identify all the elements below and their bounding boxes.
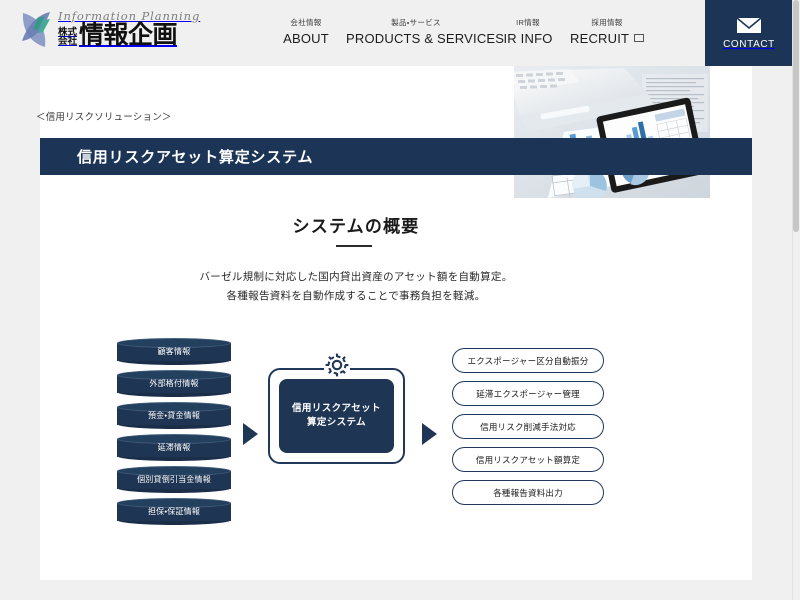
section-lead-line2: 各種報告資料を自動作成することで事務負担を軽減。 — [226, 290, 486, 302]
section-heading: システムの概要 — [292, 217, 420, 236]
output-pill: 延滞エクスポージャー管理 — [452, 381, 604, 406]
system-overview-diagram: 顧客情報 外部格付情報 預金・貸金情報 延滞情報 個別貸倒引当金情報 担保・保証… — [0, 330, 712, 540]
input-cylinder-label: 顧客情報 — [157, 346, 191, 356]
logo-wordmark: Information Planning 株式 会社 情報企画 — [58, 10, 200, 49]
gear-icon — [324, 352, 350, 378]
nav-item-ir-info[interactable]: IR情報 IR INFO — [492, 12, 564, 48]
input-cylinder-label: 延滞情報 — [157, 442, 191, 452]
system-box-line1: 信用リスクアセット — [292, 402, 381, 414]
logo-japanese-row: 株式 会社 情報企画 — [58, 23, 200, 48]
nav-item-products-services-ja: 製品・サービス — [391, 18, 441, 27]
input-cylinder-label: 個別貸倒引当金情報 — [137, 474, 211, 484]
section-lead: バーゼル規制に対応した国内貸出資産のアセット額を自動算定。 各種報告資料を自動作… — [0, 268, 712, 306]
input-cylinder: 預金・貸金情報 — [117, 402, 231, 429]
system-box-line2: 算定システム — [306, 417, 367, 428]
envelope-icon — [736, 16, 762, 33]
input-cylinder: 外部格付情報 — [117, 370, 231, 397]
nav-item-recruit-en-wrap: RECRUIT — [570, 31, 645, 46]
system-box-inner: 信用リスクアセット 算定システム — [279, 379, 394, 453]
heading-divider — [336, 245, 372, 247]
arrow-right-icon-output — [422, 423, 437, 445]
nav-item-ir-info-ja: IR情報 — [516, 18, 540, 27]
vertical-scrollbar[interactable] — [792, 0, 800, 600]
nav-item-recruit-en: RECRUIT — [570, 31, 630, 46]
scrollbar-thumb[interactable] — [793, 0, 799, 232]
logo-kabushiki-line2: 会社 — [58, 36, 78, 48]
site-logo[interactable]: Information Planning 株式 会社 情報企画 — [18, 7, 200, 51]
breadcrumb: ＜信用リスクソリューション＞ — [36, 112, 172, 123]
hero-image — [514, 66, 710, 198]
nav-item-products-services[interactable]: 製品・サービス PRODUCTS & SERVICES — [340, 12, 504, 48]
section-lead-line1: バーゼル規制に対応した国内貸出資産のアセット額を自動算定。 — [199, 271, 513, 283]
input-cylinder-label: 預金・貸金情報 — [147, 410, 201, 420]
output-pill: エクスポージャー区分自動振分 — [452, 348, 604, 373]
nav-item-ir-info-en: IR INFO — [503, 31, 553, 46]
arrow-right-icon-input — [243, 423, 258, 445]
nav-item-about[interactable]: 会社情報 ABOUT — [272, 12, 340, 48]
main-navigation: 会社情報 ABOUT 製品・サービス PRODUCTS & SERVICES I… — [272, 12, 650, 48]
output-pill: 信用リスク削減手法対応 — [452, 414, 604, 439]
input-datasource-stack: 顧客情報 外部格付情報 預金・貸金情報 延滞情報 個別貸倒引当金情報 担保・保証… — [113, 338, 235, 530]
output-pill: 信用リスクアセット額算定 — [452, 447, 604, 472]
input-cylinder-label: 外部格付情報 — [149, 378, 199, 388]
logo-japanese: 情報企画 — [79, 21, 178, 50]
page-root: Information Planning 株式 会社 情報企画 会社情報 ABO… — [0, 0, 800, 600]
contact-button[interactable]: CONTACT — [705, 0, 793, 66]
nav-item-products-services-en: PRODUCTS & SERVICES — [346, 31, 505, 46]
logo-kabushiki: 株式 会社 — [58, 28, 77, 48]
output-pill: 各種報告資料出力 — [452, 480, 604, 505]
contact-button-label: CONTACT — [723, 38, 775, 50]
swoosh-leaf-icon — [22, 12, 50, 47]
input-cylinder: 顧客情報 — [117, 338, 231, 365]
nav-item-recruit[interactable]: 採用情報 RECRUIT — [564, 12, 650, 48]
input-cylinder: 個別貸倒引当金情報 — [117, 466, 231, 493]
nav-item-recruit-ja: 採用情報 — [591, 18, 623, 27]
page-title: 信用リスクアセット算定システム — [77, 149, 314, 166]
external-link-icon — [634, 34, 645, 42]
input-cylinder-label: 担保・保証情報 — [147, 506, 201, 516]
input-cylinder: 延滞情報 — [117, 434, 231, 461]
input-cylinder: 担保・保証情報 — [117, 498, 231, 525]
output-feature-list: エクスポージャー区分自動振分 延滞エクスポージャー管理 信用リスク削減手法対応 … — [452, 348, 612, 513]
system-box: 信用リスクアセット 算定システム — [268, 352, 405, 464]
page-title-band: 信用リスクアセット算定システム — [40, 138, 752, 175]
nav-item-about-en: ABOUT — [283, 31, 329, 46]
site-header: Information Planning 株式 会社 情報企画 会社情報 ABO… — [0, 0, 794, 66]
nav-item-about-ja: 会社情報 — [290, 18, 322, 27]
